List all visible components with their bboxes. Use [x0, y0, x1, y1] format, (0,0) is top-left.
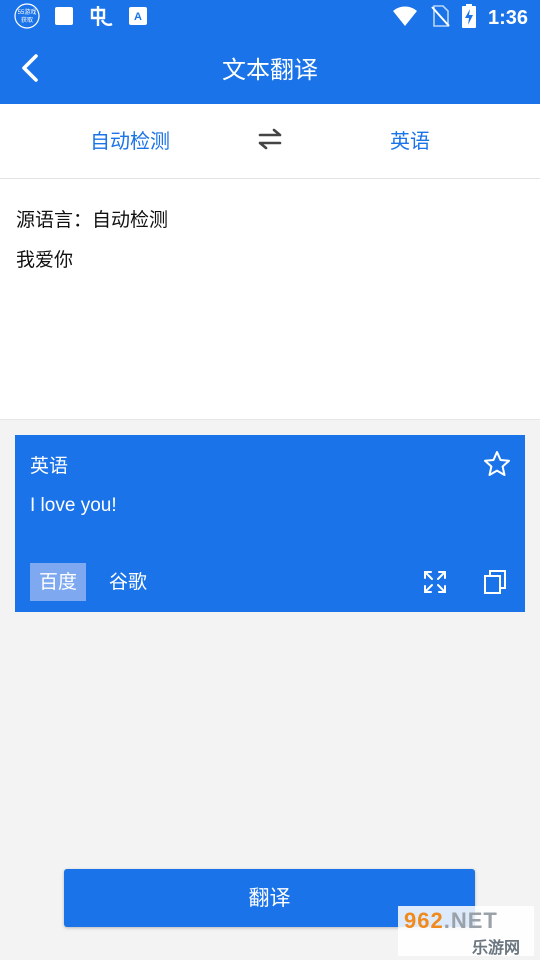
engine-tab-google[interactable]: 谷歌: [109, 563, 147, 601]
watermark-text: 乐游网: [472, 938, 521, 957]
engine-tab-baidu[interactable]: 百度: [30, 563, 86, 601]
fullscreen-button[interactable]: [423, 570, 447, 594]
svg-text:获取: 获取: [21, 16, 33, 24]
copy-icon: [483, 570, 507, 599]
translated-text: I love you!: [30, 495, 117, 516]
app-bar: 文本翻译: [0, 36, 540, 104]
status-time: 1:36: [487, 6, 528, 29]
wifi-icon: [392, 5, 418, 31]
swap-languages-button[interactable]: [252, 126, 288, 156]
source-text[interactable]: 我爱你: [16, 245, 73, 272]
star-icon: [483, 451, 511, 482]
expand-icon: [423, 571, 447, 598]
site-watermark-logo: 962.NET 乐游网: [398, 906, 534, 957]
keyboard-icon: A: [128, 6, 148, 30]
source-text-area[interactable]: 源语言：自动检测 我爱你: [0, 179, 540, 420]
battery-charging-icon: [461, 4, 476, 32]
chinese-char-icon: [88, 4, 114, 32]
status-bar: 55游戏 获取 A 1:36: [0, 0, 540, 36]
status-bar-left: 55游戏 获取 A: [14, 3, 148, 33]
source-language-selector[interactable]: 自动检测: [90, 104, 170, 178]
copy-button[interactable]: [483, 569, 507, 595]
app-badge-icon: 55游戏 获取: [14, 3, 40, 33]
translation-result-card: 英语 I love you! 百度 谷歌: [15, 435, 525, 612]
language-bar: 自动检测 英语: [0, 104, 540, 179]
chevron-left-icon: [19, 53, 41, 87]
swap-arrows-icon: [256, 128, 284, 154]
favorite-button[interactable]: [483, 450, 511, 478]
status-bar-right: 1:36: [392, 4, 528, 32]
watermark-number: 962.NET: [404, 908, 498, 933]
source-language-label: 源语言：自动检测: [16, 209, 169, 231]
back-button[interactable]: [8, 48, 52, 92]
no-sim-icon: [430, 5, 450, 31]
target-language-selector[interactable]: 英语: [390, 104, 430, 178]
page-title: 文本翻译: [222, 56, 318, 84]
square-icon: [54, 6, 74, 30]
svg-text:55游戏: 55游戏: [18, 8, 37, 16]
svg-text:A: A: [134, 11, 142, 23]
result-language-label: 英语: [30, 455, 69, 477]
